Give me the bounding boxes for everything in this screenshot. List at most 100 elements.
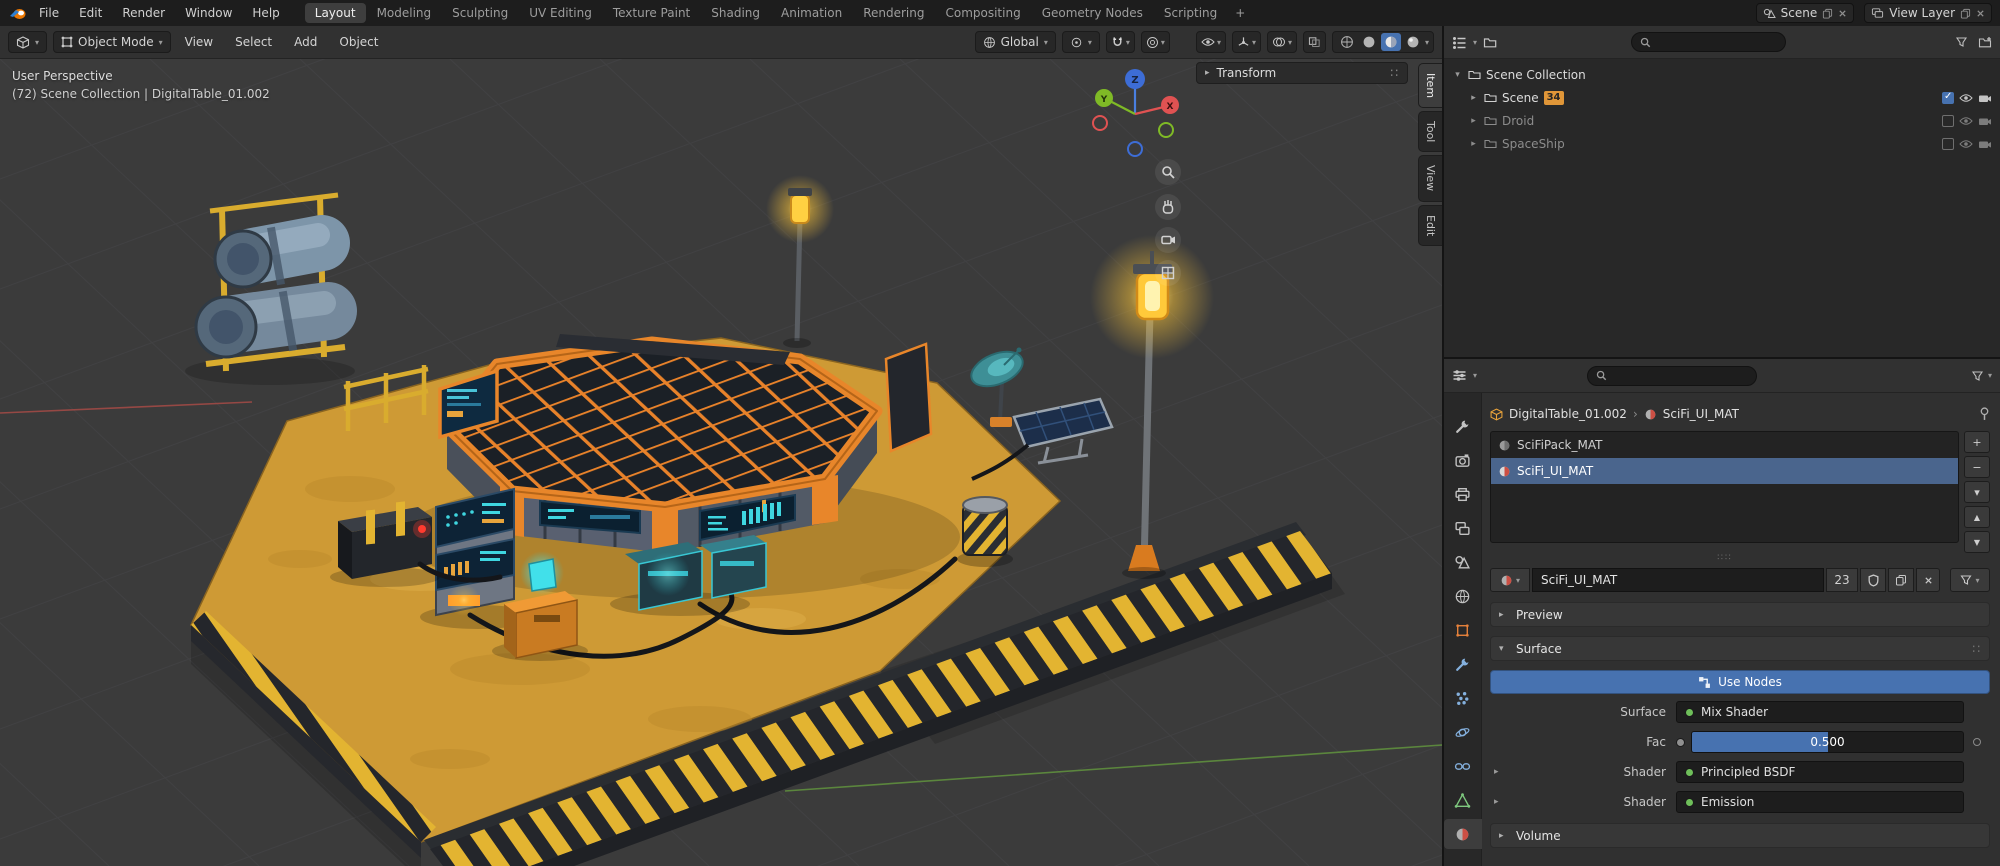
- sidebar-tab-view[interactable]: View: [1418, 155, 1442, 201]
- outliner-search-input[interactable]: [1657, 36, 1777, 49]
- workspace-tab-modeling[interactable]: Modeling: [367, 3, 442, 23]
- view-layer-selector[interactable]: View Layer: [1864, 3, 1992, 23]
- tab-output-properties[interactable]: [1446, 479, 1480, 509]
- hide-eye-icon[interactable]: [1959, 93, 1973, 103]
- transform-panel-collapsed[interactable]: ▸ Transform ∷: [1196, 62, 1408, 84]
- close-view-layer-icon[interactable]: [1976, 9, 1985, 18]
- use-nodes-button[interactable]: Use Nodes: [1490, 670, 1990, 694]
- close-scene-icon[interactable]: [1838, 9, 1847, 18]
- menu-window[interactable]: Window: [176, 4, 241, 22]
- disable-render-camera-icon[interactable]: [1978, 93, 1992, 103]
- scene-selector[interactable]: Scene: [1756, 3, 1855, 23]
- outliner-row-scene-collection[interactable]: ▾ Scene Collection: [1444, 63, 2000, 86]
- gizmo-dropdown[interactable]: ▾: [1252, 38, 1256, 47]
- tab-constraint-properties[interactable]: [1446, 751, 1480, 781]
- viewport-menu-add[interactable]: Add: [286, 32, 325, 52]
- menu-file[interactable]: File: [30, 4, 68, 22]
- outliner-row-droid[interactable]: ▸ Droid: [1444, 109, 2000, 132]
- menu-render[interactable]: Render: [113, 4, 174, 22]
- outliner-editor-icon[interactable]: [1452, 36, 1467, 49]
- unlink-material-button[interactable]: [1916, 568, 1940, 592]
- add-material-slot-button[interactable]: +: [1964, 431, 1990, 453]
- visibility-eye-icon[interactable]: [1201, 36, 1215, 48]
- disclosure-triangle-icon[interactable]: ▾: [1452, 70, 1463, 80]
- remove-material-slot-button[interactable]: −: [1964, 456, 1990, 478]
- move-slot-down-button[interactable]: ▼: [1964, 531, 1990, 553]
- add-workspace-button[interactable]: +: [1228, 4, 1252, 22]
- solid-shading-button[interactable]: [1359, 33, 1379, 51]
- visibility-dropdown[interactable]: ▾: [1217, 38, 1221, 47]
- menu-help[interactable]: Help: [243, 4, 288, 22]
- sidebar-tab-item[interactable]: Item: [1418, 63, 1442, 108]
- chevron-down-icon[interactable]: ▾: [1473, 38, 1477, 47]
- magnet-icon[interactable]: [1111, 36, 1124, 49]
- material-slot-row-selected[interactable]: SciFi_UI_MAT: [1491, 458, 1958, 484]
- material-specials-button[interactable]: ▾: [1964, 481, 1990, 503]
- new-material-button[interactable]: [1888, 568, 1914, 592]
- workspace-tab-animation[interactable]: Animation: [771, 3, 852, 23]
- transform-orientation-selector[interactable]: Global ▾: [975, 31, 1056, 53]
- disclosure-triangle-icon[interactable]: ▸: [1468, 93, 1479, 103]
- surface-shader-field[interactable]: Mix Shader: [1676, 701, 1964, 723]
- browse-material-button[interactable]: ▾: [1490, 568, 1530, 592]
- material-name-field[interactable]: SciFi_UI_MAT: [1532, 568, 1824, 592]
- editor-type-selector[interactable]: ▾: [8, 31, 47, 53]
- new-scene-icon[interactable]: [1822, 8, 1833, 19]
- panel-drag-grip[interactable]: ∷: [1390, 66, 1399, 80]
- tab-object-properties[interactable]: [1446, 615, 1480, 645]
- tab-view-layer-properties[interactable]: [1446, 513, 1480, 543]
- sidebar-tab-tool[interactable]: Tool: [1418, 111, 1442, 152]
- gizmos-icon[interactable]: [1237, 36, 1250, 49]
- workspace-tab-compositing[interactable]: Compositing: [935, 3, 1030, 23]
- rendered-shading-button[interactable]: [1403, 33, 1423, 51]
- properties-editor-icon[interactable]: [1452, 369, 1467, 382]
- fake-user-button[interactable]: [1860, 568, 1886, 592]
- chevron-down-icon[interactable]: ▾: [1988, 371, 1992, 380]
- animate-decorator-icon[interactable]: [1973, 738, 1981, 746]
- shader1-field[interactable]: Principled BSDF: [1676, 761, 1964, 783]
- list-resize-grip[interactable]: ∷∷: [1490, 553, 1960, 563]
- material-filter-button[interactable]: ▾: [1950, 568, 1990, 592]
- tab-physics-properties[interactable]: [1446, 717, 1480, 747]
- outliner-search[interactable]: [1631, 32, 1786, 52]
- sidebar-tab-edit[interactable]: Edit: [1418, 205, 1442, 246]
- workspace-tab-uv-editing[interactable]: UV Editing: [519, 3, 602, 23]
- exclude-checkbox[interactable]: [1942, 92, 1954, 104]
- camera-view-icon[interactable]: [1155, 227, 1181, 253]
- chevron-down-icon[interactable]: ▾: [1473, 371, 1477, 380]
- overlays-dropdown[interactable]: ▾: [1288, 38, 1292, 47]
- proportional-editing-icon[interactable]: [1146, 36, 1159, 49]
- tab-render-properties[interactable]: [1446, 445, 1480, 475]
- xray-toggle[interactable]: [1303, 31, 1326, 53]
- material-preview-shading-button[interactable]: [1381, 33, 1401, 51]
- filter-icon[interactable]: [1955, 36, 1968, 48]
- pan-hand-icon[interactable]: [1155, 194, 1181, 220]
- viewport-canvas[interactable]: Z Y X: [0, 59, 1442, 866]
- pivot-point-selector[interactable]: ▾: [1062, 31, 1100, 53]
- filter-icon[interactable]: [1971, 370, 1984, 382]
- tab-object-data-properties[interactable]: [1446, 785, 1480, 815]
- mode-selector[interactable]: Object Mode ▾: [53, 31, 171, 53]
- shader2-field[interactable]: Emission: [1676, 791, 1964, 813]
- viewport-menu-view[interactable]: View: [177, 32, 221, 52]
- exclude-checkbox[interactable]: [1942, 138, 1954, 150]
- viewport-menu-select[interactable]: Select: [227, 32, 280, 52]
- workspace-tab-texture-paint[interactable]: Texture Paint: [603, 3, 700, 23]
- breadcrumb-object-name[interactable]: DigitalTable_01.002: [1509, 407, 1627, 421]
- workspace-tab-scripting[interactable]: Scripting: [1154, 3, 1227, 23]
- tab-particle-properties[interactable]: [1446, 683, 1480, 713]
- tab-material-properties[interactable]: [1444, 819, 1482, 849]
- outliner-row-scene[interactable]: ▸ Scene 34: [1444, 86, 2000, 109]
- disable-render-camera-icon[interactable]: [1978, 116, 1992, 126]
- properties-search[interactable]: [1587, 366, 1757, 386]
- new-collection-icon[interactable]: [1978, 36, 1992, 48]
- disclosure-triangle-icon[interactable]: ▸: [1490, 767, 1499, 777]
- exclude-checkbox[interactable]: [1942, 115, 1954, 127]
- perspective-toggle-icon[interactable]: [1155, 260, 1181, 286]
- new-view-layer-icon[interactable]: [1960, 8, 1971, 19]
- menu-edit[interactable]: Edit: [70, 4, 111, 22]
- holo-cube[interactable]: [520, 551, 564, 595]
- workspace-tab-geometry-nodes[interactable]: Geometry Nodes: [1032, 3, 1153, 23]
- fac-slider[interactable]: 0.500: [1691, 731, 1964, 753]
- workspace-tab-layout[interactable]: Layout: [305, 3, 366, 23]
